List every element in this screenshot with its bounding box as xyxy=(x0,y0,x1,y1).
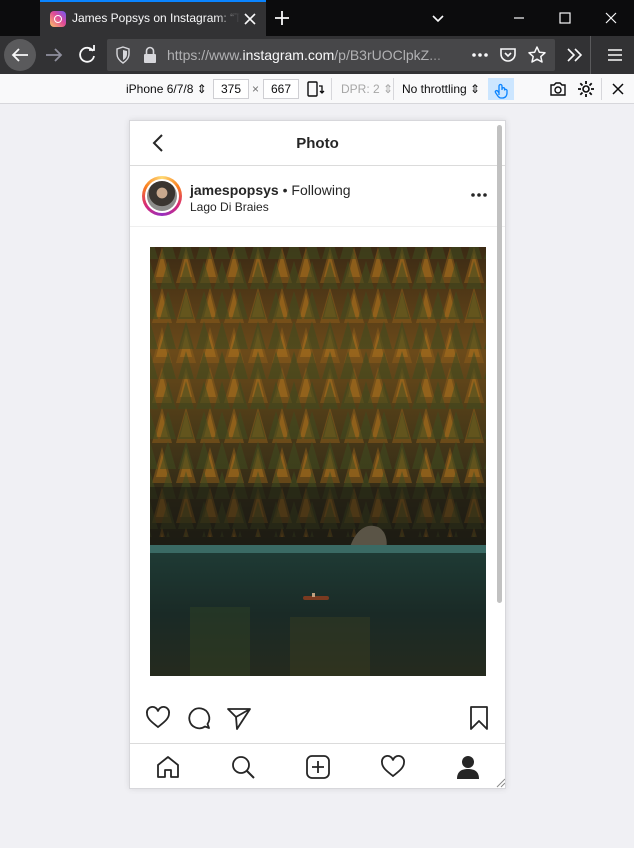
share-icon[interactable] xyxy=(226,705,252,731)
touch-icon[interactable] xyxy=(488,78,514,100)
reload-icon[interactable] xyxy=(74,42,100,68)
resize-handle-icon[interactable] xyxy=(494,775,505,788)
forest-lake-photo xyxy=(150,247,486,676)
minimize-icon[interactable] xyxy=(496,0,542,36)
maximize-icon[interactable] xyxy=(542,0,588,36)
forward-arrow-icon[interactable] xyxy=(41,42,67,68)
more-dots-icon[interactable] xyxy=(471,47,489,67)
search-icon[interactable] xyxy=(230,754,256,780)
scrollbar[interactable] xyxy=(497,125,502,603)
overflow-chevrons-icon[interactable] xyxy=(562,42,588,68)
tab-title: James Popsys on Instagram: “Ti xyxy=(72,11,240,25)
toolbar-separator xyxy=(393,78,394,100)
page-title: Photo xyxy=(296,135,339,152)
viewport-height-input[interactable]: 667 xyxy=(263,79,299,99)
viewport-width-input[interactable]: 375 xyxy=(213,79,249,99)
toolbar-separator xyxy=(601,78,602,100)
chevron-down-icon[interactable] xyxy=(428,8,448,28)
dimension-separator: × xyxy=(252,82,260,96)
tab-bar: James Popsys on Instagram: “Ti xyxy=(0,0,634,36)
heart-icon[interactable] xyxy=(145,705,171,731)
rotate-icon[interactable] xyxy=(305,79,325,99)
url-text[interactable]: https://www.instagram.com/p/B3rUOClpkZ..… xyxy=(167,47,463,63)
post-author: jamespopsys • Following xyxy=(190,182,351,198)
close-icon[interactable] xyxy=(608,79,628,99)
lock-icon[interactable] xyxy=(143,46,157,68)
toolbar-separator xyxy=(331,78,332,100)
following-status[interactable]: • Following xyxy=(279,182,351,198)
throttling-selector[interactable]: No throttling ⇕ xyxy=(402,82,480,96)
responsive-viewport: Photo jamespopsys • Following Lago Di Br… xyxy=(0,104,634,848)
more-horizontal-icon[interactable] xyxy=(468,185,492,205)
hamburger-menu-icon[interactable] xyxy=(602,42,628,68)
instagram-header: Photo xyxy=(130,121,505,166)
instagram-favicon xyxy=(50,11,66,27)
post-photo[interactable] xyxy=(150,247,486,676)
username-link[interactable]: jamespopsys xyxy=(190,182,279,198)
avatar[interactable] xyxy=(142,176,182,216)
profile-icon[interactable] xyxy=(455,754,481,780)
device-selector[interactable]: iPhone 6/7/8 ⇕ xyxy=(126,82,207,96)
pocket-icon[interactable] xyxy=(499,46,517,68)
bottom-navigation xyxy=(130,743,505,788)
new-post-icon[interactable] xyxy=(305,754,331,780)
post-actions xyxy=(130,705,505,745)
navigation-toolbar: https://www.instagram.com/p/B3rUOClpkZ..… xyxy=(0,36,634,74)
post-header: jamespopsys • Following Lago Di Braies xyxy=(130,167,505,227)
location-link[interactable]: Lago Di Braies xyxy=(190,200,269,214)
dpr-selector[interactable]: DPR: 2 ⇕ xyxy=(341,82,393,96)
plus-icon[interactable] xyxy=(270,6,294,30)
url-bar[interactable]: https://www.instagram.com/p/B3rUOClpkZ..… xyxy=(107,39,555,71)
responsive-design-toolbar: iPhone 6/7/8 ⇕ 375 × 667 DPR: 2 ⇕ No thr… xyxy=(0,74,634,104)
toolbar-divider xyxy=(590,36,591,74)
close-icon[interactable] xyxy=(588,0,634,36)
bookmark-icon[interactable] xyxy=(466,705,492,731)
comment-icon[interactable] xyxy=(186,705,212,731)
star-icon[interactable] xyxy=(527,45,547,69)
tab-instagram[interactable]: James Popsys on Instagram: “Ti xyxy=(40,0,266,36)
home-icon[interactable] xyxy=(155,754,181,780)
settings-gear-icon[interactable] xyxy=(576,79,596,99)
shield-icon[interactable] xyxy=(115,46,131,68)
activity-heart-icon[interactable] xyxy=(380,754,406,780)
camera-icon[interactable] xyxy=(548,79,568,99)
back-arrow-icon[interactable] xyxy=(4,39,36,71)
device-frame: Photo jamespopsys • Following Lago Di Br… xyxy=(129,120,506,789)
close-icon[interactable] xyxy=(240,9,260,29)
